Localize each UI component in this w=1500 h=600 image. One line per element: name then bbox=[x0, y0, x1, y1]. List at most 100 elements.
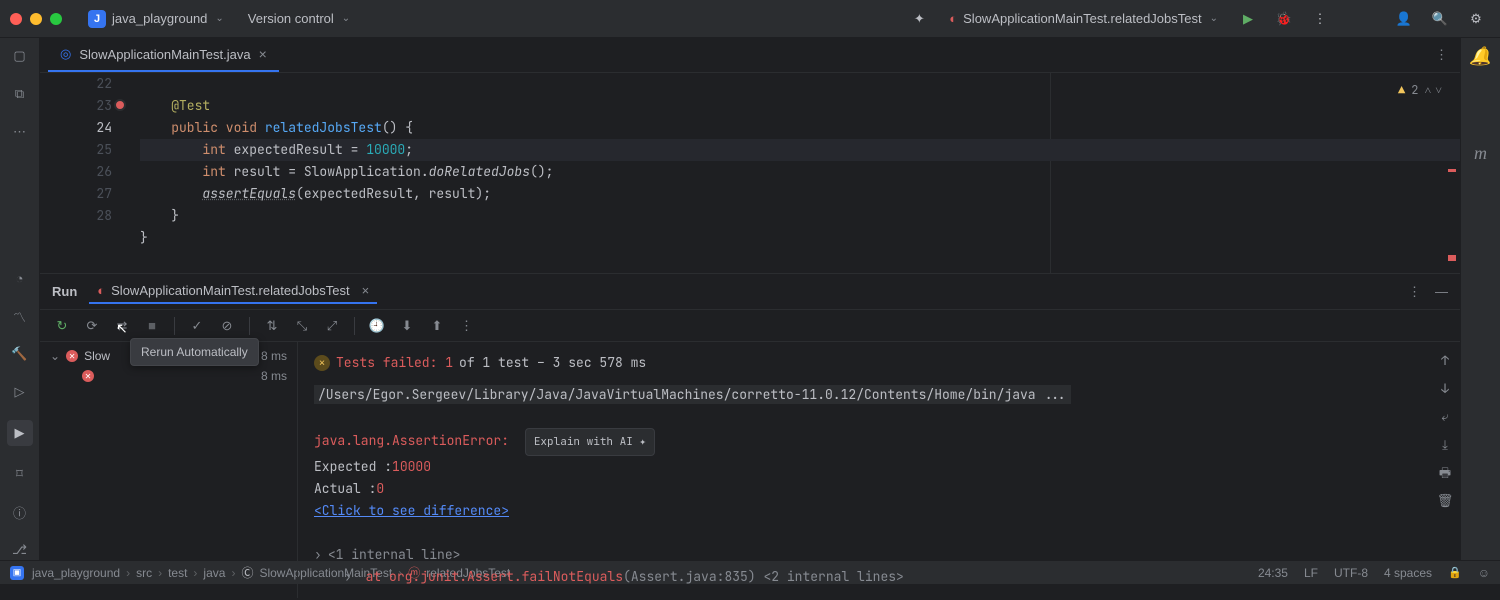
git-tool-icon[interactable]: ⎇ bbox=[10, 540, 30, 560]
test-fail-icon: ◐ bbox=[949, 11, 957, 26]
run-tool-icon[interactable]: ▶ bbox=[7, 420, 33, 446]
sort-icon[interactable]: ⇅ bbox=[262, 316, 282, 336]
settings-icon[interactable]: ⚙ bbox=[1462, 5, 1490, 33]
close-tab-icon[interactable]: × bbox=[362, 283, 370, 298]
fail-status-icon: ✕ bbox=[66, 350, 78, 362]
test-duration: 8 ms bbox=[261, 369, 287, 383]
editor-tab-bar: ◎ SlowApplicationMainTest.java × ⋮ bbox=[40, 38, 1460, 73]
run-panel-title: Run bbox=[52, 284, 77, 299]
feedback-icon[interactable]: ☺ bbox=[1478, 566, 1490, 580]
import-icon[interactable]: ⬇ bbox=[397, 316, 417, 336]
maven-tool-icon[interactable]: m bbox=[1474, 143, 1487, 164]
fail-badge-icon: ✕ bbox=[314, 355, 330, 371]
chevron-down-icon: ⌄ bbox=[1210, 13, 1218, 24]
run-session-tab[interactable]: ◐ SlowApplicationMainTest.relatedJobsTes… bbox=[89, 279, 377, 304]
panel-options-icon[interactable]: ⋮ bbox=[1408, 284, 1421, 300]
stop-icon[interactable]: ■ bbox=[142, 316, 162, 336]
test-tree-label: Slow bbox=[84, 349, 110, 363]
run-configuration-selector[interactable]: ◐ SlowApplicationMainTest.relatedJobsTes… bbox=[941, 7, 1226, 30]
see-difference-link[interactable]: <Click to see difference> bbox=[314, 502, 509, 519]
tab-options-icon[interactable]: ⋮ bbox=[1435, 47, 1448, 63]
project-tool-icon[interactable]: ▢ bbox=[10, 46, 30, 66]
terminal-tool-icon[interactable]: ⌑ bbox=[10, 464, 30, 484]
show-ignored-icon[interactable]: ⊘ bbox=[217, 316, 237, 336]
soft-wrap-icon[interactable]: ⤶ bbox=[1436, 408, 1454, 426]
run-tool-window: Run ◐ SlowApplicationMainTest.relatedJob… bbox=[40, 273, 1460, 598]
profiler-tool-icon[interactable]: ◔ bbox=[10, 268, 30, 288]
maximize-window[interactable] bbox=[50, 13, 62, 25]
expected-line: Expected :10000 bbox=[314, 456, 1444, 478]
editor-tab-name: SlowApplicationMainTest.java bbox=[79, 47, 250, 62]
tooltip: Rerun Automatically bbox=[130, 338, 259, 366]
editor-tab[interactable]: ◎ SlowApplicationMainTest.java × bbox=[48, 38, 279, 72]
close-window[interactable] bbox=[10, 13, 22, 25]
project-icon: J bbox=[88, 10, 106, 28]
error-line: java.lang.AssertionError: Explain with A… bbox=[314, 428, 1444, 456]
title-bar: J java_playground ⌄ Version control ⌄ ✦ … bbox=[0, 0, 1500, 38]
code-editor[interactable]: ▲ 2 ˄˅ 22 23 24 25 26 27 28 @Test public… bbox=[40, 73, 1460, 273]
code-area[interactable]: @Test public void relatedJobsTest() { in… bbox=[130, 73, 1460, 273]
test-console[interactable]: ↑ ↓ ⤶ ⤓ 🖶 🗑 ✕ Tests failed: 1 of 1 test … bbox=[298, 342, 1460, 598]
structure-tool-icon[interactable]: ⧉ bbox=[10, 84, 30, 104]
debug-button[interactable]: 🐞 bbox=[1270, 5, 1298, 33]
export-icon[interactable]: ⬆ bbox=[427, 316, 447, 336]
print-icon[interactable]: 🖶 bbox=[1436, 464, 1454, 482]
rerun-icon[interactable]: ↻ bbox=[52, 316, 72, 336]
collapse-all-icon[interactable]: ⤢ bbox=[322, 316, 342, 336]
run-panel-header: Run ◐ SlowApplicationMainTest.relatedJob… bbox=[40, 274, 1460, 310]
chevron-down-icon: ⌄ bbox=[342, 13, 350, 24]
test-tree-item[interactable]: ✕ 8 ms bbox=[40, 366, 297, 386]
scroll-down-icon[interactable]: ↓ bbox=[1436, 380, 1454, 398]
history-icon[interactable]: 🕘 bbox=[367, 316, 387, 336]
notifications-icon[interactable]: 🔔 bbox=[1469, 46, 1491, 67]
expand-all-icon[interactable]: ⤡ bbox=[292, 316, 312, 336]
scroll-up-icon[interactable]: ↑ bbox=[1436, 352, 1454, 370]
expand-icon[interactable]: ⌄ bbox=[50, 349, 60, 363]
ai-assist-icon[interactable]: ✦ bbox=[905, 5, 933, 33]
more-actions-icon[interactable]: ⋮ bbox=[1306, 5, 1334, 33]
scroll-to-end-icon[interactable]: ⤓ bbox=[1436, 436, 1454, 454]
clear-icon[interactable]: 🗑 bbox=[1436, 492, 1454, 510]
left-tool-strip: ▢ ⧉ ⋯ ◔ 〽 🔨 ▷ ▶ ⌑ ⓘ ⎇ bbox=[0, 38, 40, 560]
show-passed-icon[interactable]: ✓ bbox=[187, 316, 207, 336]
actual-line: Actual :0 bbox=[314, 478, 1444, 500]
more-tool-icon[interactable]: ⋯ bbox=[10, 122, 30, 142]
command-line: /Users/Egor.Sergeev/Library/Java/JavaVir… bbox=[314, 384, 1444, 406]
explain-ai-button[interactable]: Explain with AI ✦ bbox=[525, 428, 655, 456]
code-with-me-icon[interactable]: 👤 bbox=[1390, 5, 1418, 33]
fold-line[interactable]: ›<1 internal line> bbox=[314, 544, 1444, 566]
module-icon: ▣ bbox=[10, 566, 24, 580]
tests-rest-text: of 1 test – 3 sec 578 ms bbox=[459, 352, 646, 374]
fail-status-icon: ✕ bbox=[82, 370, 94, 382]
vcs-label: Version control bbox=[248, 11, 334, 26]
vcs-menu[interactable]: Version control ⌄ bbox=[240, 7, 358, 30]
mouse-cursor: ↖ bbox=[116, 320, 128, 337]
build-tool-icon[interactable]: 🔨 bbox=[10, 344, 30, 364]
search-icon[interactable]: 🔍 bbox=[1426, 5, 1454, 33]
services-tool-icon[interactable]: ▷ bbox=[10, 382, 30, 402]
test-summary: ✕ Tests failed: 1 of 1 test – 3 sec 578 … bbox=[314, 352, 1444, 374]
exception-class: java.lang.AssertionError: bbox=[314, 432, 509, 449]
test-tree[interactable]: ↖ Rerun Automatically ⌄ ✕ Slow 8 ms ✕ 8 … bbox=[40, 342, 298, 598]
rerun-failed-icon[interactable]: ⟳ bbox=[82, 316, 102, 336]
run-button[interactable]: ▶ bbox=[1234, 5, 1262, 33]
project-selector[interactable]: J java_playground ⌄ bbox=[80, 6, 232, 32]
test-fail-icon: ◐ bbox=[97, 283, 105, 298]
console-side-icons: ↑ ↓ ⤶ ⤓ 🖶 🗑 bbox=[1436, 352, 1454, 510]
java-test-icon: ◎ bbox=[60, 46, 71, 62]
problems-tool-icon[interactable]: ⓘ bbox=[10, 502, 30, 522]
run-config-name: SlowApplicationMainTest.relatedJobsTest bbox=[963, 11, 1201, 26]
close-tab-icon[interactable]: × bbox=[259, 46, 267, 62]
editor-gutter[interactable]: 22 23 24 25 26 27 28 bbox=[40, 73, 130, 273]
project-name: java_playground bbox=[112, 11, 207, 26]
breakpoint-icon[interactable] bbox=[114, 99, 126, 111]
graph-tool-icon[interactable]: 〽 bbox=[10, 306, 30, 326]
run-tab-label: SlowApplicationMainTest.relatedJobsTest bbox=[111, 283, 349, 298]
test-duration: 8 ms bbox=[261, 349, 287, 363]
chevron-down-icon: ⌄ bbox=[215, 13, 223, 24]
window-controls bbox=[10, 13, 62, 25]
minimize-window[interactable] bbox=[30, 13, 42, 25]
stack-line[interactable]: › at org.junit.Assert.failNotEquals(Asse… bbox=[314, 566, 1444, 588]
hide-panel-icon[interactable]: — bbox=[1435, 284, 1448, 300]
more-icon[interactable]: ⋮ bbox=[457, 316, 477, 336]
